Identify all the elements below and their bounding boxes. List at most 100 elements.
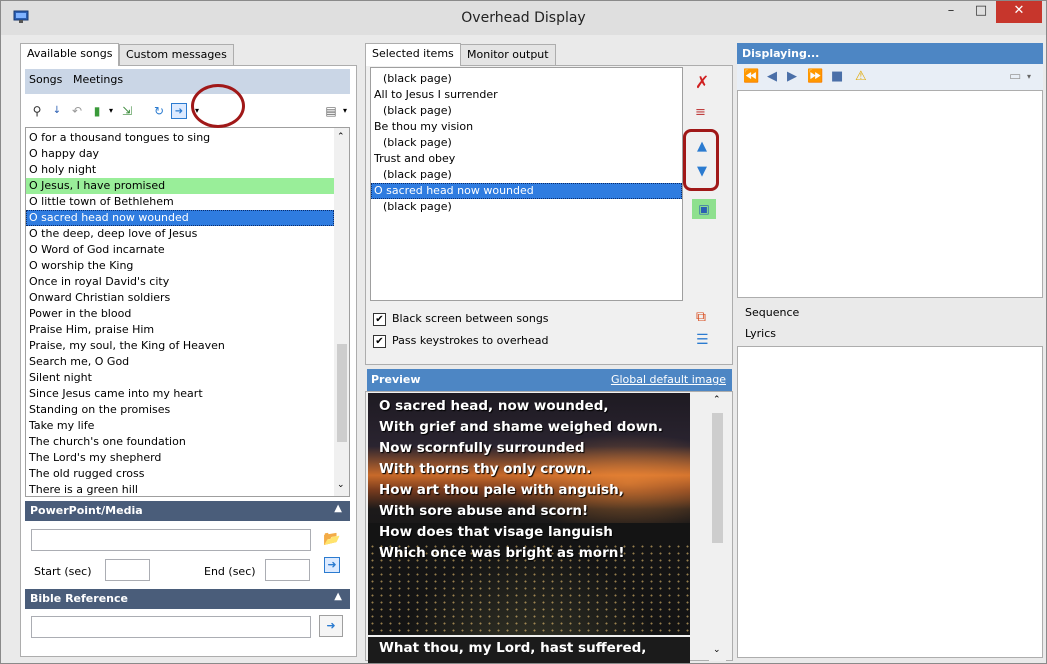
next-icon[interactable]: ▶ [787, 69, 797, 85]
bible-reference-input[interactable] [31, 616, 311, 638]
pass-keystrokes-checkbox[interactable]: ✔ Pass keystrokes to overhead [373, 334, 548, 348]
scroll-down-icon[interactable]: ⌄ [337, 480, 345, 490]
preview-scroll-up-icon[interactable]: ⌃ [713, 395, 721, 405]
pass-keystrokes-check-icon[interactable]: ✔ [373, 334, 386, 348]
slide-lyric-line: How does that visage languish [379, 524, 613, 540]
song-list-item[interactable]: Since Jesus came into my heart [26, 386, 334, 402]
maximize-button[interactable]: □ [968, 1, 994, 23]
monitor-dropdown-icon[interactable]: ▾ [1027, 69, 1031, 85]
selected-item[interactable]: Be thou my vision [371, 119, 682, 135]
refresh-icon[interactable]: ↻ [151, 103, 167, 119]
song-list-item[interactable]: Power in the blood [26, 306, 334, 322]
display-controls: ⏪ ◀ ▶ ⏩ ■ ⚠ ▭ ▾ [737, 64, 1043, 90]
songs-scrollbar[interactable]: ⌃ ⌄ [334, 128, 349, 496]
add-dropdown-icon[interactable]: ▾ [103, 103, 119, 119]
tab-selected-items[interactable]: Selected items [365, 43, 461, 66]
slide-lyric-line: With grief and shame weighed down. [379, 419, 663, 435]
import-icon[interactable]: ⇲ [119, 103, 135, 119]
previous-icon[interactable]: ◀ [767, 69, 777, 85]
warning-icon[interactable]: ⚠ [855, 69, 867, 85]
selected-item[interactable]: All to Jesus I surrender [371, 87, 682, 103]
selected-item[interactable]: (black page) [371, 103, 682, 119]
title-bar: Overhead Display – □ ✕ [1, 1, 1046, 35]
sequence-label: Sequence [745, 306, 800, 319]
selected-item[interactable]: Trust and obey [371, 151, 682, 167]
powerpoint-media-header[interactable]: PowerPoint/Media ▲ [25, 501, 350, 521]
song-list-item[interactable]: O holy night [26, 162, 334, 178]
song-list-item[interactable]: Praise Him, praise Him [26, 322, 334, 338]
monitor-icon[interactable]: ▭ [1009, 69, 1021, 85]
minimize-button[interactable]: – [938, 1, 964, 23]
black-screen-checkbox[interactable]: ✔ Black screen between songs [373, 312, 549, 326]
stop-icon[interactable]: ■ [831, 69, 843, 85]
song-list-item[interactable]: Search me, O God [26, 354, 334, 370]
slide-lyric-line: With thorns thy only crown. [379, 461, 592, 477]
songs-list[interactable]: O for a thousand tongues to sing O happy … [25, 127, 350, 497]
song-list-item[interactable]: O little town of Bethlehem [26, 194, 334, 210]
preview-header: Preview Global default image [367, 369, 732, 391]
selected-item[interactable]: (black page) [371, 71, 682, 87]
collapse-bible-icon[interactable]: ▲ [334, 591, 342, 602]
song-list-item[interactable]: The old rugged cross [26, 466, 334, 482]
songs-subtab-bar: Songs Meetings [25, 69, 350, 94]
clear-all-icon[interactable]: ≡ [695, 105, 706, 120]
selected-item[interactable]: (black page) [371, 135, 682, 151]
scroll-up-icon[interactable]: ⌃ [337, 132, 345, 142]
undo-icon[interactable]: ↶ [69, 103, 85, 119]
song-list-item[interactable]: The church's one foundation [26, 434, 334, 450]
display-item-icon[interactable]: ▣ [692, 199, 716, 219]
remove-item-icon[interactable]: ✗ [695, 73, 709, 93]
song-list-item[interactable]: O for a thousand tongues to sing [26, 130, 334, 146]
send-bible-icon[interactable]: ➜ [319, 615, 343, 637]
send-to-selected-icon[interactable]: ➜ [171, 103, 187, 119]
properties-dropdown-icon[interactable]: ▾ [337, 103, 353, 119]
song-list-item[interactable]: O sacred head now wounded [26, 210, 334, 226]
song-list-item[interactable]: Praise, my soul, the King of Heaven [26, 338, 334, 354]
song-list-item[interactable]: The Lord's my shepherd [26, 450, 334, 466]
tab-custom-messages[interactable]: Custom messages [119, 44, 234, 66]
black-screen-check-icon[interactable]: ✔ [373, 312, 386, 326]
collapse-icon[interactable]: ▲ [334, 503, 342, 514]
media-file-input[interactable] [31, 529, 311, 551]
song-list-item[interactable]: Once in royal David's city [26, 274, 334, 290]
open-folder-icon[interactable]: 📂 [323, 531, 340, 547]
selected-item[interactable]: O sacred head now wounded [371, 183, 682, 199]
tab-available-songs[interactable]: Available songs [20, 43, 120, 66]
song-list-item[interactable]: Onward Christian soldiers [26, 290, 334, 306]
copy-icon[interactable]: ⧉ [696, 309, 706, 325]
selected-item[interactable]: (black page) [371, 199, 682, 215]
selected-item[interactable]: (black page) [371, 167, 682, 183]
song-list-item[interactable]: O the deep, deep love of Jesus [26, 226, 334, 242]
song-list-item[interactable]: O worship the King [26, 258, 334, 274]
bible-reference-header[interactable]: Bible Reference ▲ [25, 589, 350, 609]
start-sec-input[interactable] [105, 559, 150, 581]
end-sec-input[interactable] [265, 559, 310, 581]
sort-icon[interactable]: ↓ [49, 103, 65, 119]
find-icon[interactable]: ⚲ [29, 103, 45, 119]
app-window: Overhead Display – □ ✕ Available songs C… [0, 0, 1047, 664]
songs-scroll-thumb[interactable] [337, 344, 347, 442]
song-list-item[interactable]: O Word of God incarnate [26, 242, 334, 258]
song-list-item[interactable]: There is a green hill [26, 482, 334, 496]
global-default-image-link[interactable]: Global default image [611, 373, 726, 386]
preview-next-slide: What thou, my Lord, hast suffered, [368, 637, 690, 663]
send-media-icon[interactable]: ➜ [324, 557, 340, 573]
selected-items-list[interactable]: (black page) All to Jesus I surrender (bla… [370, 67, 683, 301]
first-icon[interactable]: ⏪ [743, 69, 759, 85]
preview-scrollbar[interactable]: ⌃ ⌄ [709, 393, 726, 661]
song-list-item[interactable]: Silent night [26, 370, 334, 386]
song-list-item[interactable]: Take my life [26, 418, 334, 434]
last-icon[interactable]: ⏩ [807, 69, 823, 85]
song-list-item[interactable]: Standing on the promises [26, 402, 334, 418]
tab-monitor-output[interactable]: Monitor output [460, 44, 556, 66]
subtab-songs[interactable]: Songs [29, 73, 62, 86]
preview-slide: O sacred head, now wounded, With grief an… [368, 393, 690, 635]
preview-scroll-thumb[interactable] [712, 413, 723, 543]
subtab-meetings[interactable]: Meetings [73, 73, 123, 86]
song-list-item[interactable]: O happy day [26, 146, 334, 162]
song-list-item[interactable]: O Jesus, I have promised [26, 178, 334, 194]
list-view-icon[interactable]: ☰ [696, 332, 709, 348]
preview-scroll-down-icon[interactable]: ⌄ [713, 645, 721, 655]
close-button[interactable]: ✕ [996, 1, 1042, 23]
end-sec-label: End (sec) [204, 565, 256, 578]
